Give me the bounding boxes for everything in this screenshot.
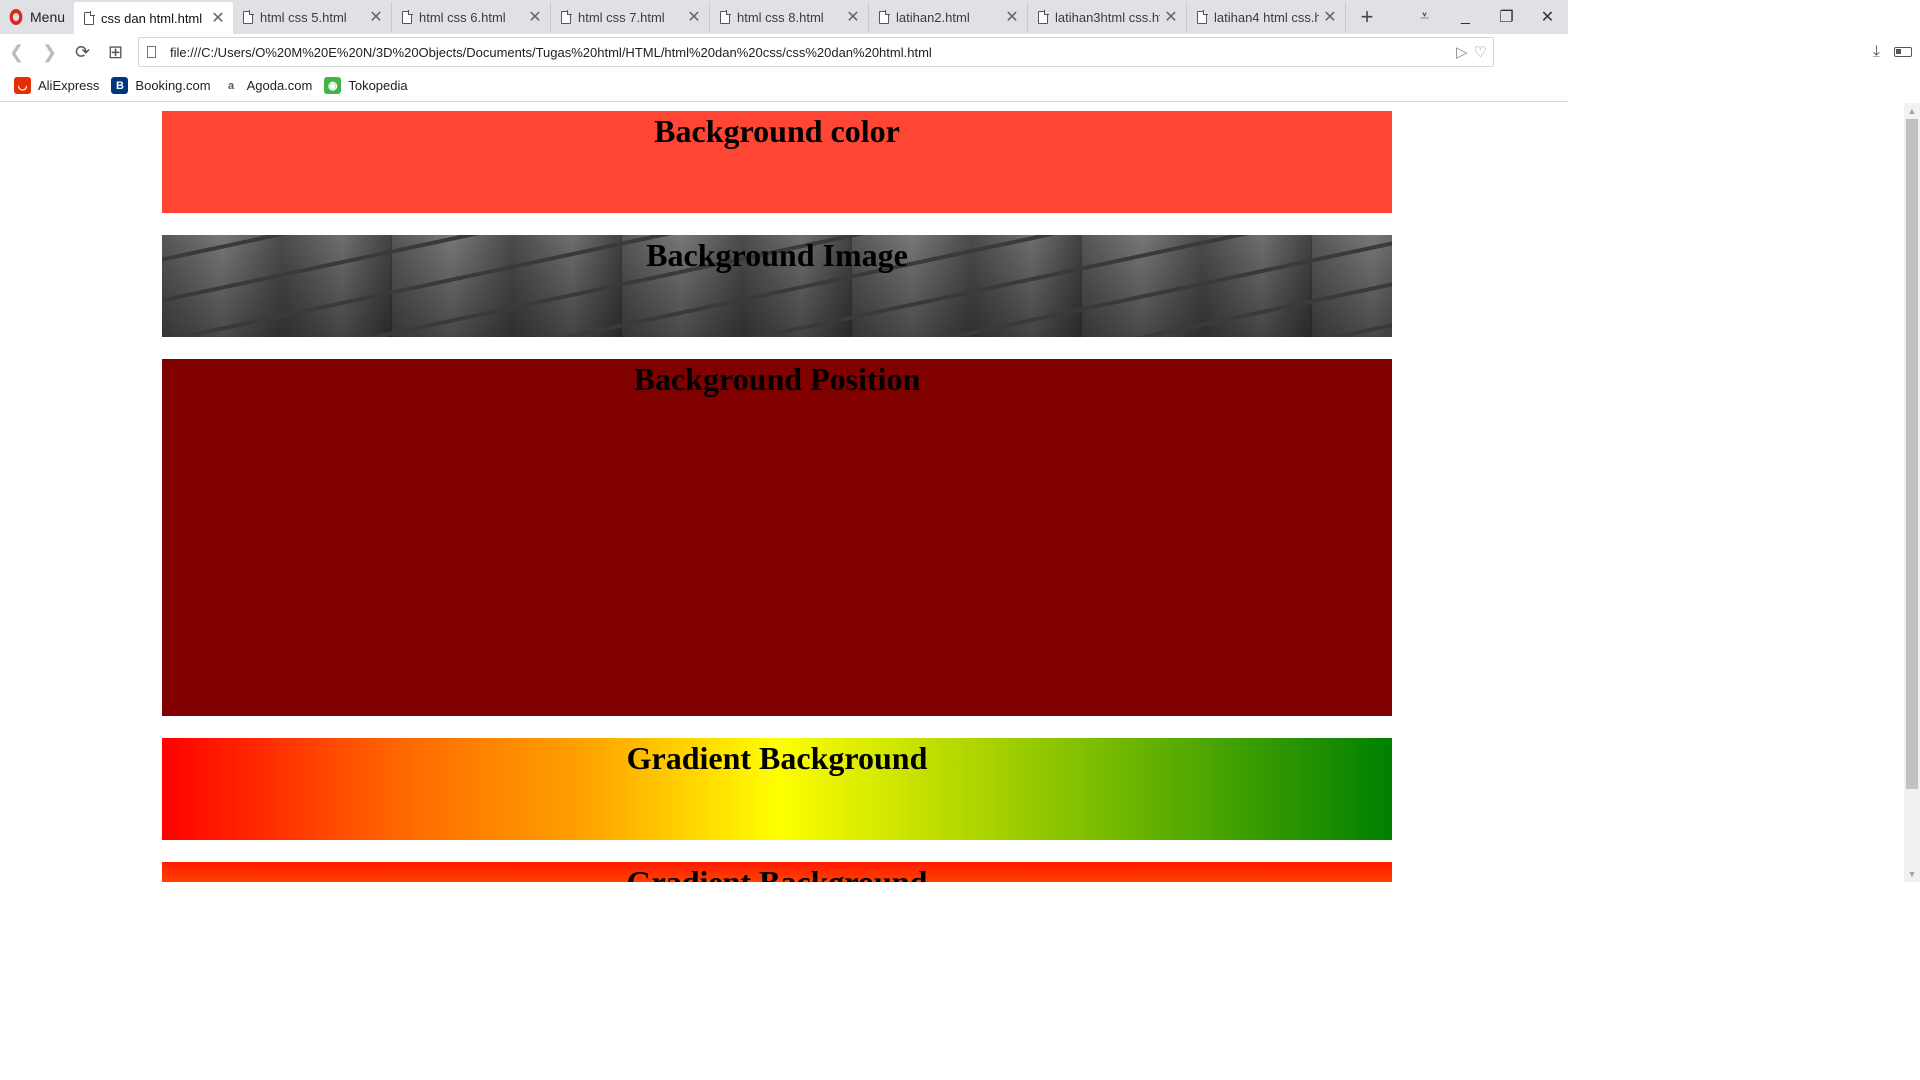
tab-html-css-6[interactable]: html css 6.html ✕ bbox=[392, 2, 551, 32]
tokopedia-icon: ◉ bbox=[324, 77, 342, 94]
battery-saver-icon[interactable] bbox=[1894, 47, 1912, 57]
tab-html-css-8[interactable]: html css 8.html ✕ bbox=[710, 2, 869, 32]
document-icon bbox=[879, 9, 890, 24]
section-gradient-background-2: Gradient Background bbox=[162, 862, 1392, 882]
tab-title: latihan2.html bbox=[896, 9, 970, 25]
tab-title: latihan4 html css.ht bbox=[1214, 9, 1319, 25]
opera-menu-button[interactable]: Menu bbox=[0, 0, 74, 34]
close-tab-icon[interactable]: ✕ bbox=[365, 7, 387, 27]
section-gradient-background: Gradient Background bbox=[162, 738, 1392, 840]
section-heading: Background Image bbox=[646, 237, 908, 273]
tab-title: html css 5.html bbox=[260, 9, 347, 25]
menu-label: Menu bbox=[30, 9, 66, 25]
opera-logo-icon bbox=[9, 9, 23, 25]
close-tab-icon[interactable]: ✕ bbox=[1160, 7, 1182, 27]
bookmark-label: AliExpress bbox=[38, 78, 100, 93]
back-button[interactable]: ❮ bbox=[0, 37, 33, 67]
send-icon[interactable]: ▷ bbox=[1456, 43, 1468, 61]
new-tab-button[interactable]: + bbox=[1352, 0, 1382, 34]
tab-title: html css 8.html bbox=[737, 9, 824, 25]
document-icon bbox=[243, 9, 254, 24]
vertical-scrollbar[interactable]: ▲ ▼ bbox=[1904, 103, 1920, 882]
section-heading: Background color bbox=[654, 113, 900, 149]
download-icon[interactable]: ⤓ bbox=[1873, 43, 1880, 61]
section-heading: Background Position bbox=[633, 361, 921, 397]
section-heading: Gradient Background bbox=[626, 740, 928, 776]
toolbar-right: ⤓ bbox=[1873, 34, 1912, 70]
close-tab-icon[interactable]: ✕ bbox=[1001, 7, 1023, 27]
url-text[interactable]: file:///C:/Users/O%20M%20E%20N/3D%20Obje… bbox=[170, 45, 1456, 60]
minimize-icon[interactable]: _ bbox=[1445, 8, 1486, 26]
tab-title: html css 7.html bbox=[578, 9, 665, 25]
forward-button[interactable]: ❯ bbox=[33, 37, 66, 67]
address-bar[interactable]: file:///C:/Users/O%20M%20E%20N/3D%20Obje… bbox=[138, 37, 1494, 67]
document-icon bbox=[84, 10, 95, 25]
tab-menu-icon[interactable]: ⩡ bbox=[1404, 8, 1445, 26]
section-background-position: Background Position bbox=[162, 359, 1392, 716]
bookmark-label: Agoda.com bbox=[246, 78, 313, 93]
speed-dial-button[interactable]: ⊞ bbox=[99, 37, 132, 67]
bookmarks-bar: ◡ AliExpress B Booking.com a Agoda.com ◉… bbox=[0, 70, 1568, 102]
tab-html-css-5[interactable]: html css 5.html ✕ bbox=[233, 2, 392, 32]
close-tab-icon[interactable]: ✕ bbox=[524, 7, 546, 27]
close-window-icon[interactable]: ✕ bbox=[1527, 7, 1568, 27]
close-tab-icon[interactable]: ✕ bbox=[683, 7, 705, 27]
tab-strip: Menu css dan html.html ✕ html css 5.html… bbox=[0, 0, 1568, 34]
section-background-color: Background color bbox=[162, 111, 1392, 213]
document-icon bbox=[1197, 9, 1208, 24]
navigation-toolbar: ❮ ❯ ⟳ ⊞ file:///C:/Users/O%20M%20E%20N/3… bbox=[0, 34, 1568, 70]
document-icon bbox=[1038, 9, 1049, 24]
aliexpress-icon: ◡ bbox=[14, 77, 31, 94]
close-tab-icon[interactable]: ✕ bbox=[207, 8, 229, 28]
bookmark-aliexpress[interactable]: ◡ AliExpress bbox=[14, 77, 99, 94]
document-icon bbox=[720, 9, 731, 24]
restore-icon[interactable]: ❐ bbox=[1486, 7, 1527, 27]
page-viewport: Background color Background Image Backgr… bbox=[0, 103, 1552, 882]
bookmark-booking[interactable]: B Booking.com bbox=[111, 77, 211, 94]
section-background-image: Background Image bbox=[162, 235, 1392, 337]
scrollbar-thumb[interactable] bbox=[1906, 119, 1918, 789]
tab-latihan2[interactable]: latihan2.html ✕ bbox=[869, 2, 1028, 32]
bookmark-label: Tokopedia bbox=[348, 78, 408, 93]
tab-title: css dan html.html bbox=[101, 10, 203, 26]
tab-title: latihan3html css.ht bbox=[1055, 9, 1160, 25]
close-tab-icon[interactable]: ✕ bbox=[842, 7, 864, 27]
tab-html-css-7[interactable]: html css 7.html ✕ bbox=[551, 2, 710, 32]
tab-title: html css 6.html bbox=[419, 9, 506, 25]
page-icon bbox=[147, 46, 156, 58]
document-icon bbox=[561, 9, 572, 24]
agoda-icon: a bbox=[222, 77, 240, 94]
document-icon bbox=[402, 9, 413, 24]
section-heading: Gradient Background bbox=[626, 864, 928, 882]
bookmark-heart-icon[interactable]: ♡ bbox=[1474, 43, 1487, 61]
bookmark-tokopedia[interactable]: ◉ Tokopedia bbox=[324, 77, 408, 94]
tab-css-dan-html[interactable]: css dan html.html ✕ bbox=[74, 2, 233, 34]
scroll-down-arrow-icon[interactable]: ▼ bbox=[1904, 866, 1920, 882]
bookmark-label: Booking.com bbox=[135, 78, 211, 93]
booking-icon: B bbox=[111, 77, 129, 94]
tab-latihan4[interactable]: latihan4 html css.ht ✕ bbox=[1187, 2, 1346, 32]
close-tab-icon[interactable]: ✕ bbox=[1319, 7, 1341, 27]
reload-button[interactable]: ⟳ bbox=[66, 37, 99, 67]
bookmark-agoda[interactable]: a Agoda.com bbox=[222, 77, 313, 94]
window-controls: ⩡ _ ❐ ✕ bbox=[1404, 0, 1568, 34]
tab-latihan3[interactable]: latihan3html css.ht ✕ bbox=[1028, 2, 1187, 32]
scroll-up-arrow-icon[interactable]: ▲ bbox=[1904, 103, 1920, 119]
